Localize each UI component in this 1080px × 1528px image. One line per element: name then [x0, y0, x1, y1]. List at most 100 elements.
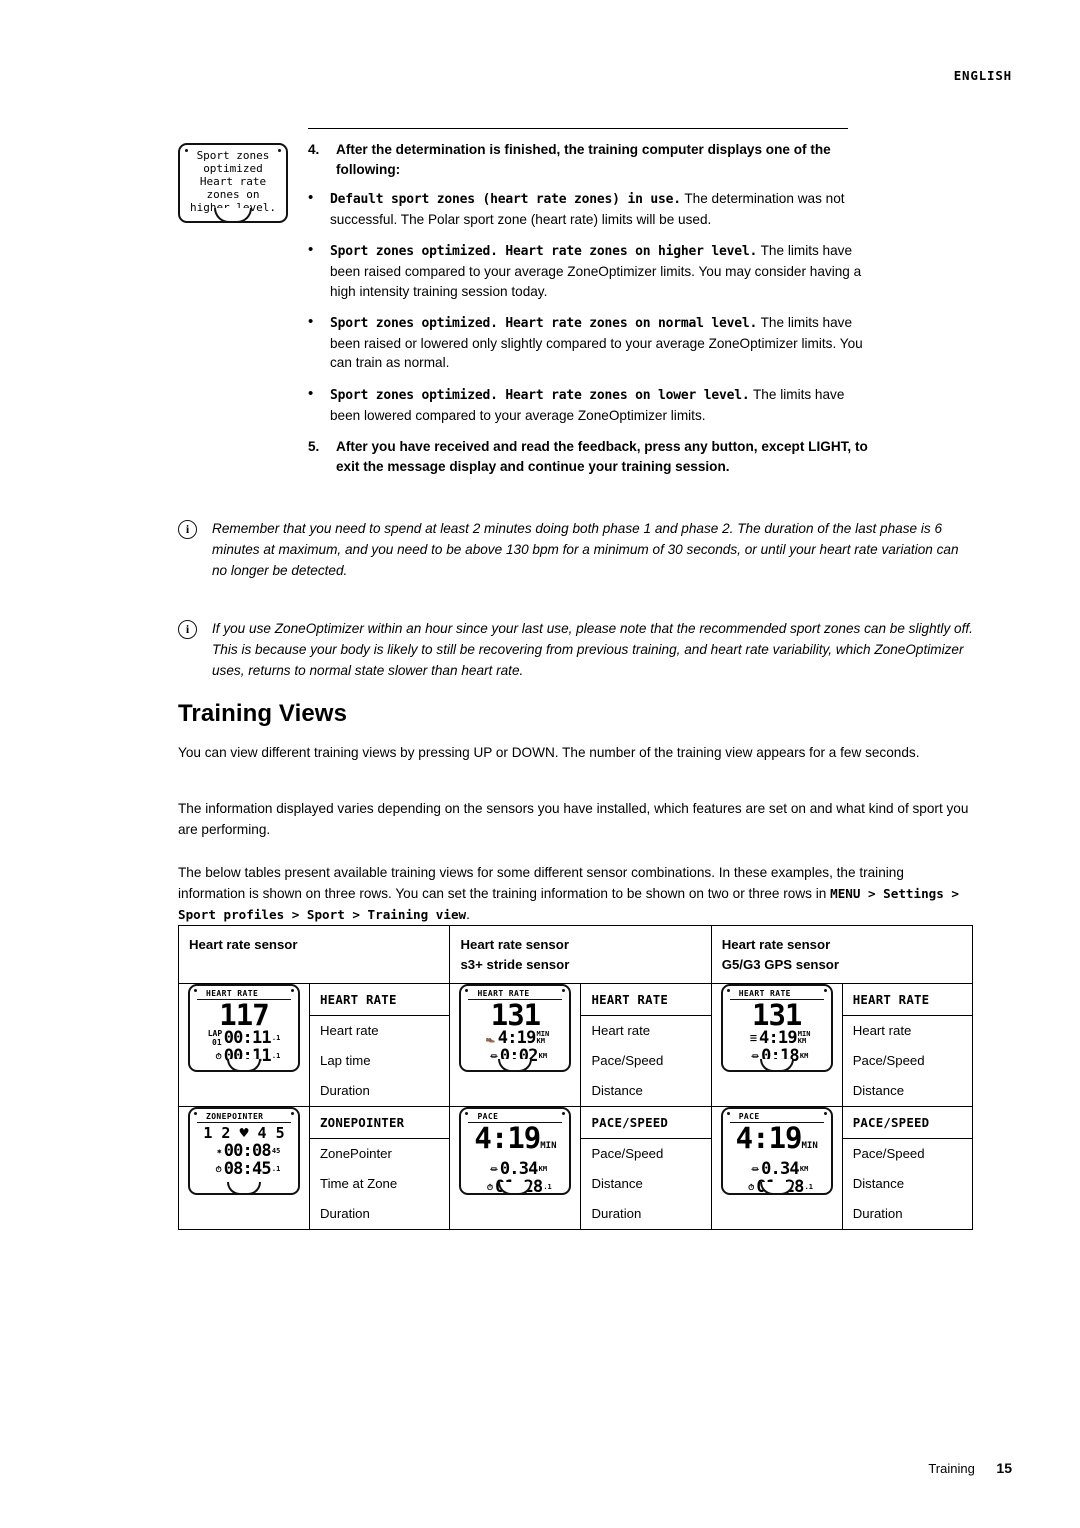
table-header-cell: Heart rate sensor	[177, 925, 451, 984]
corner-dot-icon	[291, 1112, 294, 1115]
info-icon: i	[178, 620, 197, 639]
info-note: i Remember that you need to spend at lea…	[178, 518, 973, 581]
display-second-row: ⏛ 0.34 KM	[723, 1160, 831, 1178]
paragraph-text: The below tables present available train…	[178, 865, 904, 901]
view-row-2: Lap time	[320, 1053, 371, 1068]
device-screen-cell: PACE 4:19MIN ⏛ 0.34 KM ⏱ 01:28 .1	[710, 1106, 843, 1230]
unit-bottom: KM	[536, 1037, 545, 1045]
bullet-icon: •	[308, 384, 314, 402]
footer: Training 15	[928, 1460, 1012, 1476]
display-primary-value: 131	[752, 998, 802, 1032]
bullet-icon: •	[308, 241, 314, 259]
display-primary-value: 131	[490, 998, 541, 1032]
bullet-icon: •	[308, 313, 314, 331]
language-tag: ENGLISH	[953, 68, 1012, 83]
device-button-icon	[214, 208, 252, 223]
display-second-row: LAP 01 00:11 .1	[190, 1029, 298, 1047]
zone-icon: ⎈	[216, 1146, 222, 1156]
view-row-2: Pace/Speed	[591, 1053, 664, 1068]
view-row-3: Duration	[320, 1083, 370, 1098]
info-note: i If you use ZoneOptimizer within an hou…	[178, 618, 973, 681]
list-item: • Sport zones optimized. Heart rate zone…	[308, 385, 868, 425]
display-primary-value: 4:19MIN	[735, 1121, 818, 1155]
paragraph-text-end: .	[466, 907, 470, 922]
view-rows-cell: PACE/SPEED Pace/Speed Distance Duration	[580, 1106, 712, 1230]
view-title: HEART RATE	[581, 984, 711, 1016]
view-row-1: ZonePointer	[320, 1146, 392, 1161]
column-header: Heart rate sensor	[189, 937, 298, 952]
watch-display: HEART RATE 117 LAP 01 00:11 .1 ⏱ 00:11 .1	[188, 984, 300, 1072]
watch-display: HEART RATE 131 👞 4:19 MIN KM ⏛ 0:02 KM	[459, 984, 572, 1072]
display-second-row: ⏛ 0.34 KM	[461, 1160, 569, 1178]
view-row-3: Duration	[852, 1206, 903, 1221]
stopwatch-icon: ⏱	[486, 1182, 494, 1192]
view-rows-cell: ZONEPOINTER ZonePointer Time at Zone Dur…	[308, 1106, 451, 1230]
distance-icon: ⏛	[751, 1051, 760, 1061]
display-unit: .1	[271, 1164, 281, 1173]
corner-dot-icon	[291, 989, 294, 992]
bullet-lead: Sport zones optimized. Heart rate zones …	[330, 244, 758, 260]
step-number: 5.	[308, 439, 320, 455]
bullet-text: Sport zones optimized. Heart rate zones …	[330, 241, 868, 301]
bullet-lead: Sport zones optimized. Heart rate zones …	[330, 316, 758, 332]
column-subheader: s3+ stride sensor	[460, 957, 570, 972]
display-value: 0.34	[499, 1159, 539, 1179]
display-primary-value: 4:19MIN	[474, 1121, 557, 1155]
bullet-lead: Sport zones optimized. Heart rate zones …	[330, 387, 750, 403]
view-row-2: Pace/Speed	[852, 1053, 925, 1068]
corner-dot-icon	[726, 989, 730, 992]
device-button-icon	[227, 1182, 261, 1195]
table-header-cell: Heart rate sensor G5/G3 GPS sensor	[710, 925, 974, 984]
bullet-text: Sport zones optimized. Heart rate zones …	[330, 313, 868, 373]
footer-label: Training	[928, 1461, 975, 1476]
view-row-1: Heart rate	[320, 1023, 379, 1038]
display-second-row: 👞 4:19 MIN KM	[461, 1029, 569, 1047]
device-line: Heart rate	[199, 175, 267, 188]
bullet-text: Sport zones optimized. Heart rate zones …	[330, 385, 868, 425]
display-unit: 45	[271, 1146, 281, 1155]
device-line: optimized	[203, 162, 263, 175]
unit-bottom: KM	[797, 1037, 807, 1045]
device-button-icon	[759, 1059, 794, 1072]
view-rows-cell: PACE/SPEED Pace/Speed Distance Duration	[841, 1106, 974, 1230]
view-title: ZONEPOINTER	[310, 1107, 450, 1139]
display-unit: .1	[543, 1182, 552, 1191]
view-row-3: Duration	[320, 1206, 370, 1221]
view-row-2: Distance	[591, 1176, 643, 1191]
stopwatch-icon: ⏱	[215, 1164, 222, 1174]
view-rows-cell: HEART RATE Heart rate Lap time Duration	[308, 983, 451, 1107]
device-screen-cell: PACE 4:19MIN ⏛ 0.34 KM ⏱ 01:28 .1	[449, 1106, 582, 1230]
stopwatch-icon: ⏱	[215, 1051, 222, 1061]
primary-value-text: 4:19	[735, 1121, 803, 1155]
device-button-icon	[498, 1059, 533, 1072]
table-header-row: Heart rate sensor Heart rate sensor s3+ …	[177, 925, 974, 984]
corner-dot-icon	[278, 149, 281, 152]
bullet-lead: Default sport zones (heart rate zones) i…	[330, 192, 681, 208]
shoe-icon: 👞	[485, 1033, 496, 1043]
view-row-1: Heart rate	[852, 1023, 912, 1038]
watch-display: HEART RATE 131 ☰ 4:19 MIN KM ⏛ 0:18 KM	[720, 984, 833, 1072]
watch-display: PACE 4:19MIN ⏛ 0.34 KM ⏱ 01:28 .1	[459, 1107, 572, 1196]
step-text: After you have received and read the fee…	[336, 439, 868, 474]
display-unit: KM	[538, 1051, 548, 1060]
paragraph: You can view different training views by…	[178, 745, 920, 760]
view-title: PACE/SPEED	[581, 1107, 711, 1139]
list-item: • Sport zones optimized. Heart rate zone…	[308, 241, 868, 301]
page: ENGLISH Sport zones optimized Heart rate…	[0, 0, 1080, 1528]
corner-dot-icon	[726, 1112, 730, 1115]
watch-display: PACE 4:19MIN ⏛ 0.34 KM ⏱ 01:28 .1	[720, 1107, 833, 1196]
table-row: ZONEPOINTER 1 2 ♥ 4 5 ⎈ 00:08 45 ⏱ 08:45…	[178, 1106, 974, 1230]
paragraph: The information displayed varies dependi…	[178, 801, 969, 837]
display-third-row: ⏱ 08:45 .1	[190, 1160, 298, 1178]
table-row: HEART RATE 117 LAP 01 00:11 .1 ⏱ 00:11 .1	[178, 983, 974, 1107]
display-unit: KM	[799, 1164, 809, 1173]
corner-dot-icon	[185, 149, 188, 152]
column-header: Heart rate sensor	[460, 937, 569, 952]
corner-dot-icon	[562, 1112, 566, 1115]
info-note-text: Remember that you need to spend at least…	[212, 521, 959, 578]
view-row-2: Time at Zone	[320, 1176, 398, 1191]
display-unit: KM	[538, 1164, 548, 1173]
step-text: After the determination is finished, the…	[336, 142, 831, 177]
bullet-list: • Default sport zones (heart rate zones)…	[308, 189, 868, 425]
step-item: 4. After the determination is finished, …	[308, 140, 868, 179]
